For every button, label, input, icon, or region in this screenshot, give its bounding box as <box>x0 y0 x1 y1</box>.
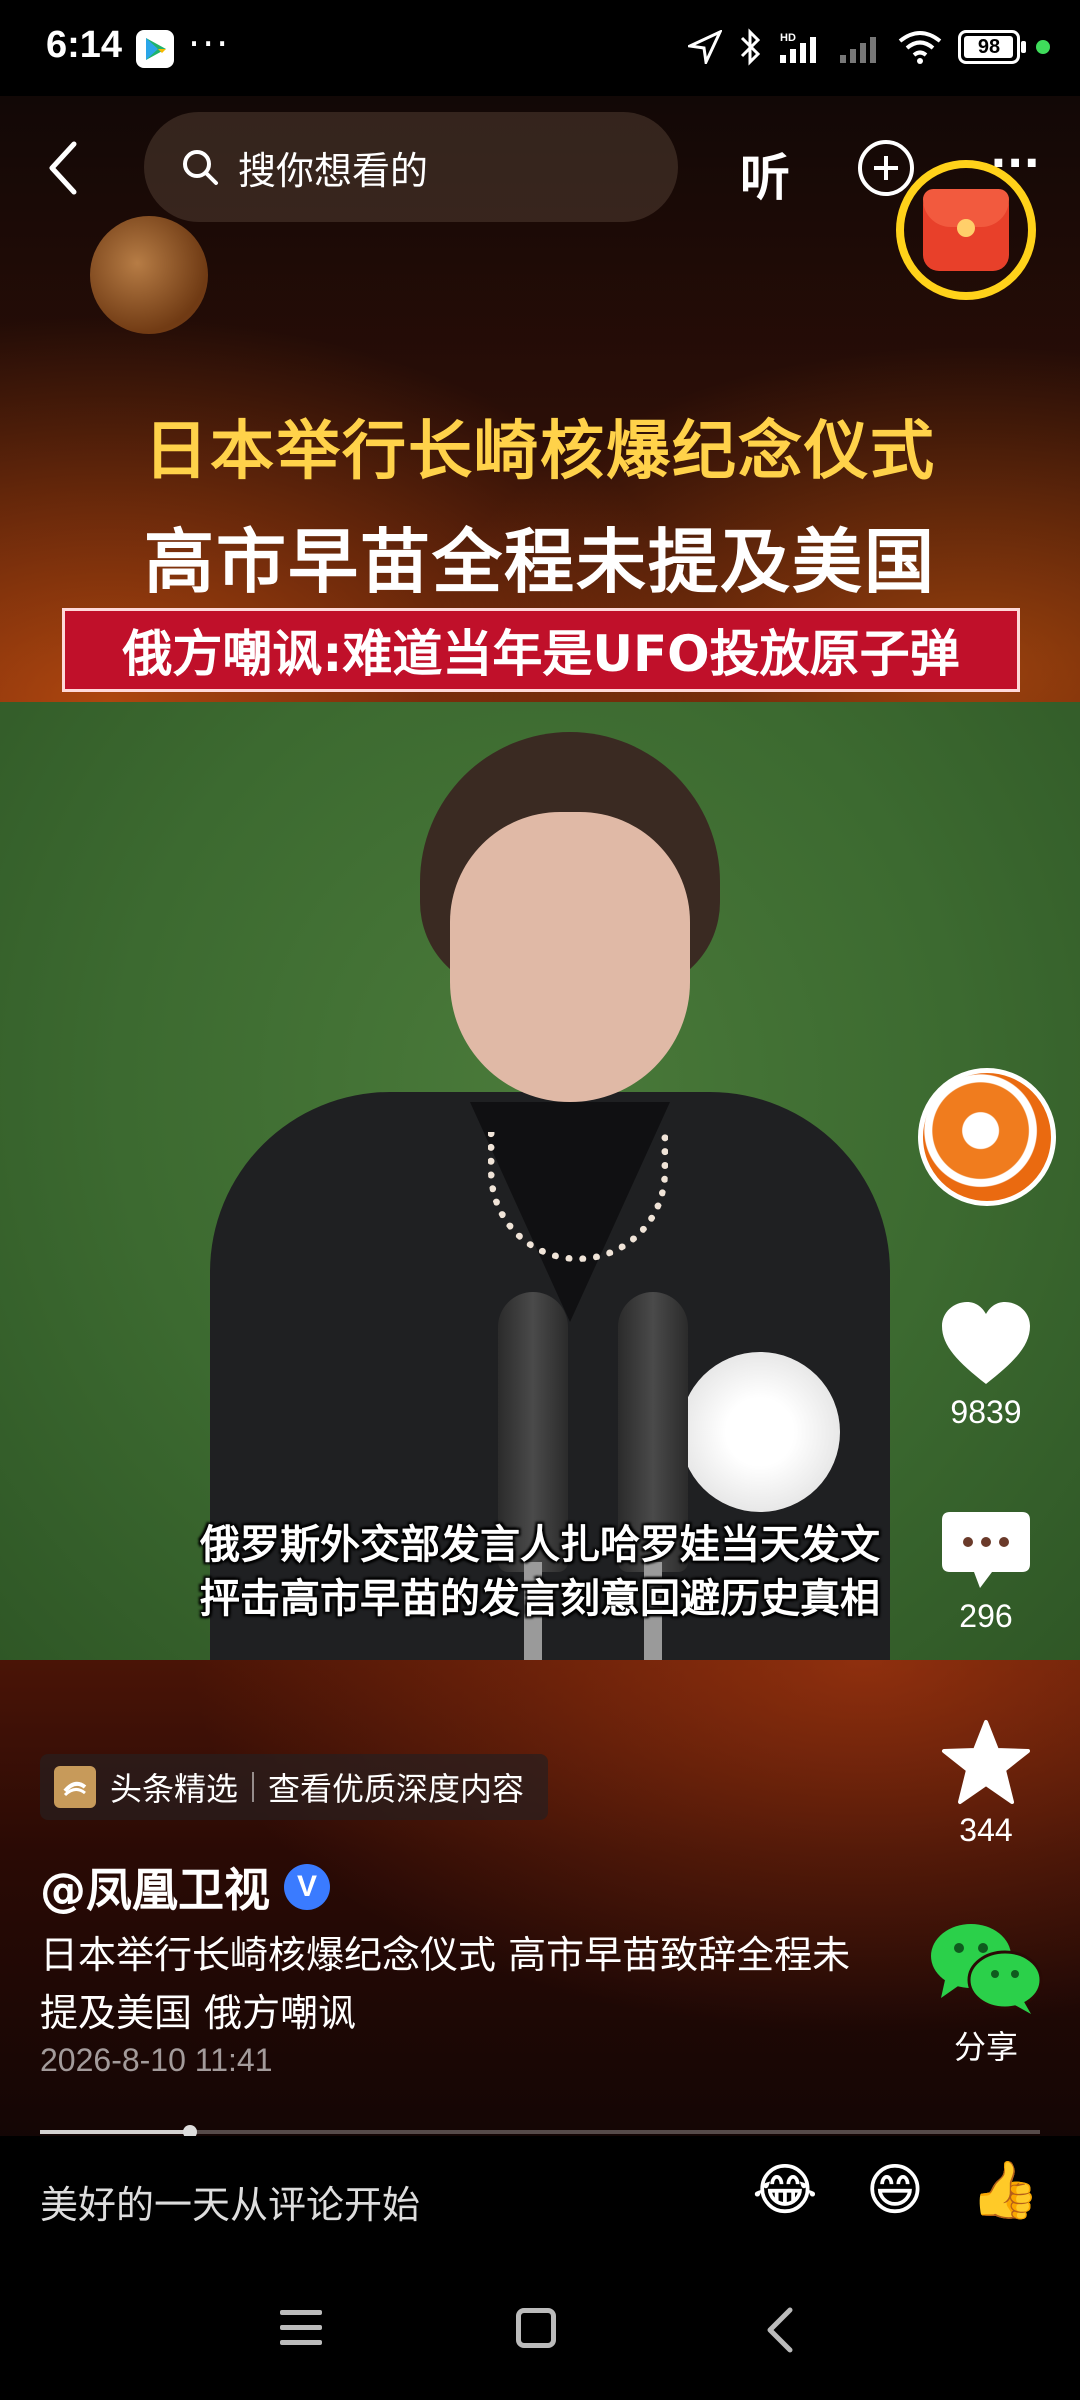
video-progress-bar[interactable] <box>40 2125 1040 2139</box>
comment-bar: 美好的一天从评论开始 😂 😄 👍 <box>0 2136 1080 2266</box>
svg-text:HD: HD <box>780 32 796 44</box>
share-button[interactable]: 分享 <box>916 1920 1056 2068</box>
privacy-indicator-dot <box>1036 40 1050 54</box>
like-count: 9839 <box>950 1394 1022 1430</box>
battery-icon: 98 <box>958 30 1026 64</box>
signal-hd-icon: HD <box>780 32 816 63</box>
system-nav-bar <box>0 2266 1080 2400</box>
location-icon <box>688 30 722 64</box>
phoenix-logo-watermark <box>90 216 208 334</box>
listen-button[interactable]: 听 <box>740 138 790 210</box>
status-indicators: HD 98 <box>688 28 1050 66</box>
headline-line-2: 高市早苗全程未提及美国 <box>144 521 936 603</box>
favorite-count: 344 <box>959 1812 1013 1848</box>
play-store-icon <box>136 30 174 68</box>
add-icon[interactable] <box>858 140 914 196</box>
share-label: 分享 <box>953 2029 1018 2065</box>
laugh-cry-emoji-button[interactable]: 😂 <box>750 2156 820 2226</box>
wifi-icon <box>898 31 942 64</box>
publish-date: 2026-8-10 11:41 <box>40 2042 273 2078</box>
speaker-face <box>450 812 690 1102</box>
red-packet-envelope <box>923 189 1009 271</box>
comment-input[interactable]: 美好的一天从评论开始 <box>40 2174 420 2229</box>
grin-emoji-button[interactable]: 😄 <box>860 2156 930 2226</box>
battery-level: 98 <box>977 35 1001 58</box>
back-icon[interactable] <box>40 138 90 198</box>
signal-icon <box>840 37 876 63</box>
chip-divider <box>252 1772 255 1802</box>
headline-line-3: 俄方嘲讽:难道当年是UFO投放原子弹 <box>62 608 1020 692</box>
toutiao-logo-icon <box>54 1766 96 1808</box>
comment-icon <box>942 1512 1030 1588</box>
wechat-icon <box>931 1924 1043 2014</box>
favorite-button[interactable]: 344 <box>916 1718 1056 1849</box>
video-description[interactable]: 日本举行长崎核爆纪念仪式 高市早苗致辞全程未提及美国 俄方嘲讽 <box>40 1926 870 2042</box>
notification-more-icon: ··· <box>188 22 231 66</box>
heart-icon <box>942 1302 1030 1384</box>
white-flower-corsage <box>680 1352 840 1512</box>
status-time: 6:14 <box>46 24 123 66</box>
recent-apps-icon[interactable] <box>280 2310 322 2355</box>
home-icon[interactable] <box>516 2308 556 2348</box>
headline-line-1: 日本举行长崎核爆纪念仪式 <box>144 415 936 489</box>
channel-avatar[interactable] <box>918 1068 1056 1206</box>
star-icon <box>942 1720 1030 1804</box>
toutiao-featured-chip[interactable]: 头条精选 查看优质深度内容 <box>40 1754 549 1820</box>
chip-label: 头条精选 <box>110 1770 239 1808</box>
account-name[interactable]: @凤凰卫视 V <box>40 1854 330 1920</box>
search-icon <box>183 150 218 185</box>
account-handle[interactable]: @凤凰卫视 <box>40 1854 270 1920</box>
bluetooth-icon <box>740 28 761 66</box>
nav-back-icon[interactable] <box>760 2306 800 2354</box>
comment-count: 296 <box>959 1598 1013 1634</box>
comment-button[interactable]: 296 <box>916 1510 1056 1635</box>
progress-fill <box>40 2130 190 2134</box>
thumbs-up-emoji-button[interactable]: 👍 <box>970 2156 1040 2226</box>
like-button[interactable]: 9839 <box>916 1300 1056 1431</box>
search-placeholder: 搜你想看的 <box>238 148 429 193</box>
red-packet-reward-icon[interactable] <box>896 160 1036 300</box>
chip-link[interactable]: 查看优质深度内容 <box>268 1764 524 1810</box>
status-bar: 6:14 ··· HD 98 <box>0 0 1080 96</box>
search-input[interactable]: 搜你想看的 <box>144 112 678 222</box>
verified-badge-icon: V <box>284 1864 330 1910</box>
